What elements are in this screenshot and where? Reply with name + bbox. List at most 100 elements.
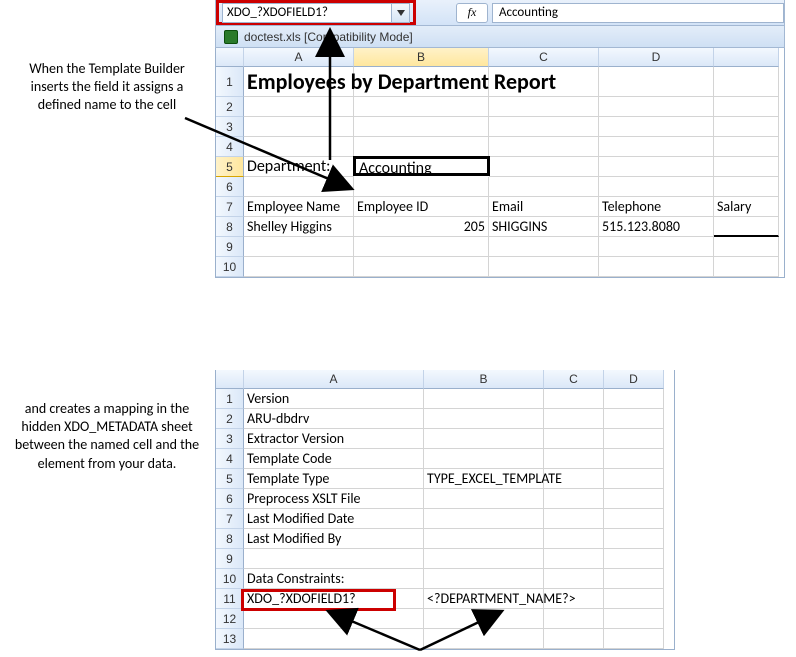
cell[interactable] xyxy=(544,589,604,609)
cell[interactable] xyxy=(424,489,544,509)
cell[interactable] xyxy=(714,67,779,97)
cell[interactable] xyxy=(244,97,354,117)
cell[interactable] xyxy=(354,257,489,277)
row-header[interactable]: 8 xyxy=(216,529,244,549)
cell[interactable]: Preprocess XSLT File xyxy=(244,489,424,509)
cell[interactable] xyxy=(604,389,664,409)
cell[interactable] xyxy=(714,97,779,117)
cell[interactable] xyxy=(714,257,779,277)
cell[interactable] xyxy=(244,257,354,277)
col-header[interactable]: B xyxy=(354,48,489,67)
cell[interactable] xyxy=(544,409,604,429)
cell[interactable]: TYPE_EXCEL_TEMPLATE xyxy=(424,469,544,489)
cell[interactable] xyxy=(604,509,664,529)
cell[interactable] xyxy=(424,449,544,469)
cell[interactable] xyxy=(489,257,599,277)
cell[interactable] xyxy=(489,117,599,137)
cell[interactable]: Employee ID xyxy=(354,197,489,217)
cell[interactable] xyxy=(714,177,779,197)
cell[interactable] xyxy=(604,409,664,429)
cell[interactable] xyxy=(354,117,489,137)
row-header[interactable]: 6 xyxy=(216,177,244,197)
cell[interactable] xyxy=(544,389,604,409)
cell[interactable] xyxy=(244,629,424,649)
cell[interactable] xyxy=(424,509,544,529)
cell[interactable] xyxy=(424,569,544,589)
cell[interactable]: SHIGGINS xyxy=(489,217,599,237)
cell[interactable] xyxy=(714,137,779,157)
cell[interactable]: 515.123.8080 xyxy=(599,217,714,237)
cell[interactable] xyxy=(599,237,714,257)
cell[interactable] xyxy=(424,629,544,649)
row-header[interactable]: 9 xyxy=(216,237,244,257)
cell[interactable] xyxy=(544,469,604,489)
row-header[interactable]: 1 xyxy=(216,389,244,409)
cell[interactable]: ARU-dbdrv xyxy=(244,409,424,429)
cell[interactable] xyxy=(714,237,779,257)
row-header[interactable]: 4 xyxy=(216,137,244,157)
row-header[interactable]: 2 xyxy=(216,409,244,429)
cell[interactable] xyxy=(599,257,714,277)
cell-xdo-field[interactable]: XDO_?XDOFIELD1? xyxy=(244,589,424,609)
row-header[interactable]: 6 xyxy=(216,489,244,509)
cell[interactable] xyxy=(604,529,664,549)
cell[interactable] xyxy=(244,117,354,137)
cell[interactable] xyxy=(604,609,664,629)
cell[interactable]: Extractor Version xyxy=(244,429,424,449)
cell[interactable]: Employee Name xyxy=(244,197,354,217)
row-header[interactable]: 5 xyxy=(216,157,244,177)
cell[interactable] xyxy=(424,529,544,549)
col-header[interactable] xyxy=(714,48,779,67)
cell[interactable]: Data Constraints: xyxy=(244,569,424,589)
row-header[interactable]: 3 xyxy=(216,117,244,137)
cell[interactable] xyxy=(604,629,664,649)
cell[interactable] xyxy=(544,549,604,569)
cell-mapping-value[interactable]: <?DEPARTMENT_NAME?> xyxy=(424,589,544,609)
cell[interactable] xyxy=(354,237,489,257)
cell[interactable] xyxy=(544,609,604,629)
cell[interactable]: Last Modified By xyxy=(244,529,424,549)
formula-value[interactable]: Accounting xyxy=(492,3,784,23)
cell[interactable] xyxy=(604,489,664,509)
cell[interactable] xyxy=(544,489,604,509)
cell[interactable] xyxy=(544,529,604,549)
cell[interactable] xyxy=(604,469,664,489)
cell[interactable] xyxy=(599,97,714,117)
cell[interactable] xyxy=(354,177,489,197)
col-header[interactable]: C xyxy=(544,370,604,389)
col-header[interactable]: D xyxy=(604,370,664,389)
cell[interactable] xyxy=(354,137,489,157)
cell[interactable] xyxy=(489,157,599,177)
row-header[interactable]: 10 xyxy=(216,257,244,277)
cell[interactable] xyxy=(544,429,604,449)
row-header[interactable]: 12 xyxy=(216,609,244,629)
cell[interactable] xyxy=(424,409,544,429)
worksheet-top[interactable]: A B C D 1 Employees by Department Report… xyxy=(215,48,785,278)
cell[interactable] xyxy=(424,389,544,409)
row-header[interactable]: 4 xyxy=(216,449,244,469)
cell[interactable] xyxy=(489,177,599,197)
cell[interactable] xyxy=(354,97,489,117)
cell[interactable] xyxy=(604,549,664,569)
fx-icon[interactable]: fx xyxy=(456,3,488,23)
cell[interactable] xyxy=(604,449,664,469)
worksheet-metadata[interactable]: A B C D 1 Version 2 ARU-dbdrv 3 Extracto… xyxy=(215,370,675,650)
cell[interactable]: Template Code xyxy=(244,449,424,469)
cell[interactable]: Salary xyxy=(714,197,779,217)
cell[interactable] xyxy=(424,429,544,449)
row-header[interactable]: 1 xyxy=(216,67,244,97)
col-header[interactable]: C xyxy=(489,48,599,67)
cell[interactable]: Version xyxy=(244,389,424,409)
cell[interactable]: Template Type xyxy=(244,469,424,489)
cell[interactable] xyxy=(604,569,664,589)
cell[interactable]: 205 xyxy=(354,217,489,237)
cell-department-label[interactable]: Department: xyxy=(244,157,354,177)
cell[interactable] xyxy=(544,509,604,529)
cell[interactable] xyxy=(714,217,779,237)
select-all-corner[interactable] xyxy=(216,48,244,67)
cell[interactable] xyxy=(714,157,779,177)
row-header[interactable]: 3 xyxy=(216,429,244,449)
cell[interactable] xyxy=(599,117,714,137)
cell[interactable]: Shelley Higgins xyxy=(244,217,354,237)
cell[interactable] xyxy=(714,117,779,137)
